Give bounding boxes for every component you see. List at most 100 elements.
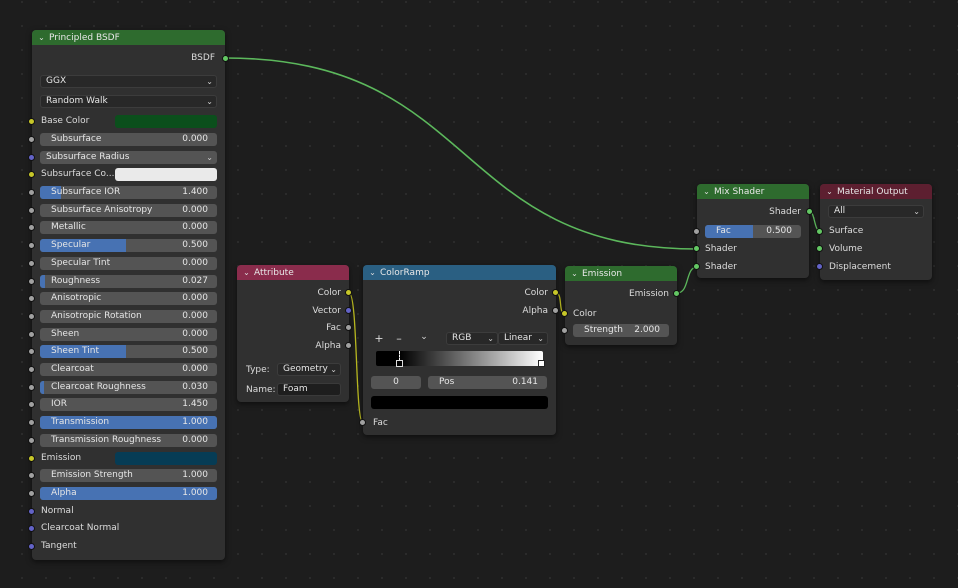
subsurface-ior-socket[interactable] (28, 189, 35, 196)
roughness-field[interactable]: Roughness 0.027 (40, 275, 217, 288)
specular-field[interactable]: Specular 0.500 (40, 239, 217, 252)
mix-shader-node[interactable]: ⌄ Mix Shader Shader Fac 0.500 Shader Shad… (697, 184, 809, 278)
mix-shader-header[interactable]: ⌄ Mix Shader (697, 184, 809, 199)
subsurface-radius-socket[interactable] (28, 154, 35, 161)
normal-socket[interactable] (28, 508, 35, 515)
collapse-chevron-icon[interactable]: ⌄ (36, 33, 47, 42)
roughness-socket[interactable] (28, 278, 35, 285)
collapse-chevron-icon[interactable]: ⌄ (241, 268, 252, 277)
subsurface-anisotropy-field[interactable]: Subsurface Anisotropy 0.000 (40, 204, 217, 217)
subsurface-ior-field[interactable]: Subsurface IOR 1.400 (40, 186, 217, 199)
stop-color-swatch[interactable] (371, 396, 548, 409)
alpha-field[interactable]: Alpha 1.000 (40, 487, 217, 500)
specular-tint-field[interactable]: Specular Tint 0.000 (40, 257, 217, 270)
sheen-socket[interactable] (28, 331, 35, 338)
displacement-socket[interactable] (816, 263, 823, 270)
emission-header[interactable]: ⌄ Emission (565, 266, 677, 281)
collapse-chevron-icon[interactable]: ⌄ (569, 269, 580, 278)
mix-output-socket[interactable] (806, 208, 813, 215)
emission-color-swatch[interactable] (115, 452, 217, 465)
attribute-header[interactable]: ⌄ Attribute (237, 265, 349, 280)
mix-shader2-socket[interactable] (693, 263, 700, 270)
colorramp-header[interactable]: ⌄ ColorRamp (363, 265, 556, 280)
emission-strength-field[interactable]: Emission Strength 1.000 (40, 469, 217, 482)
add-stop-button[interactable]: + (373, 333, 385, 345)
alpha-socket[interactable] (28, 490, 35, 497)
emission-node[interactable]: ⌄ Emission Emission Color Strength 2.000 (565, 266, 677, 345)
chevron-down-icon[interactable]: ⌄ (418, 331, 430, 343)
colorramp-alpha-socket[interactable] (552, 307, 559, 314)
attribute-name-input[interactable]: Foam (277, 383, 341, 396)
mix-fac-field[interactable]: Fac 0.500 (705, 225, 801, 238)
interpolation-dropdown[interactable]: Linear ⌄ (498, 332, 548, 345)
clearcoat-roughness-socket[interactable] (28, 384, 35, 391)
clearcoat-normal-socket[interactable] (28, 525, 35, 532)
mix-fac-socket[interactable] (693, 228, 700, 235)
base-color-socket[interactable] (28, 118, 35, 125)
emission-strength-field[interactable]: Strength 2.000 (573, 324, 669, 337)
emission-color-socket[interactable] (561, 310, 568, 317)
collapse-chevron-icon[interactable]: ⌄ (701, 187, 712, 196)
principled-bsdf-node[interactable]: ⌄ Principled BSDF BSDF GGX ⌄ Random Walk ⌄… (32, 30, 225, 560)
ior-socket[interactable] (28, 401, 35, 408)
metallic-socket[interactable] (28, 224, 35, 231)
subsurface-color-socket[interactable] (28, 171, 35, 178)
anisotropic-rotation-socket[interactable] (28, 313, 35, 320)
distribution-dropdown[interactable]: GGX ⌄ (40, 75, 217, 88)
collapse-chevron-icon[interactable]: ⌄ (367, 268, 378, 277)
stop-position-field[interactable]: Pos 0.141 (428, 376, 547, 389)
ior-field[interactable]: IOR 1.450 (40, 398, 217, 411)
volume-socket[interactable] (816, 245, 823, 252)
subsurface-method-dropdown[interactable]: Random Walk ⌄ (40, 95, 217, 108)
attribute-vector-socket[interactable] (345, 307, 352, 314)
clearcoat-roughness-field[interactable]: Clearcoat Roughness 0.030 (40, 381, 217, 394)
ramp-stop-handle-white[interactable] (538, 360, 545, 367)
attribute-type-dropdown[interactable]: Geometry ⌄ (277, 363, 341, 376)
collapse-chevron-icon[interactable]: ⌄ (824, 187, 835, 196)
bsdf-output-socket[interactable] (222, 55, 229, 62)
surface-socket[interactable] (816, 228, 823, 235)
principled-bsdf-header[interactable]: ⌄ Principled BSDF (32, 30, 225, 45)
clearcoat-field[interactable]: Clearcoat 0.000 (40, 363, 217, 376)
transmission-roughness-field[interactable]: Transmission Roughness 0.000 (40, 434, 217, 447)
subsurface-socket[interactable] (28, 136, 35, 143)
metallic-field[interactable]: Metallic 0.000 (40, 221, 217, 234)
subsurface-radius-field[interactable]: Subsurface Radius ⌄ (40, 151, 217, 164)
attribute-node[interactable]: ⌄ Attribute Color Vector Fac Alpha Type:… (237, 265, 349, 402)
mix-shader1-socket[interactable] (693, 245, 700, 252)
transmission-field[interactable]: Transmission 1.000 (40, 416, 217, 429)
stop-index-field[interactable]: 0 (371, 376, 421, 389)
specular-socket[interactable] (28, 242, 35, 249)
color-mode-dropdown[interactable]: RGB ⌄ (446, 332, 498, 345)
tangent-socket[interactable] (28, 543, 35, 550)
anisotropic-socket[interactable] (28, 295, 35, 302)
attribute-fac-socket[interactable] (345, 324, 352, 331)
emission-output-socket[interactable] (673, 290, 680, 297)
anisotropic-field[interactable]: Anisotropic 0.000 (40, 292, 217, 305)
ramp-stop-handle-black[interactable] (396, 360, 403, 367)
clearcoat-socket[interactable] (28, 366, 35, 373)
output-target-dropdown[interactable]: All ⌄ (828, 205, 924, 218)
sheen-field[interactable]: Sheen 0.000 (40, 328, 217, 341)
transmission-roughness-socket[interactable] (28, 437, 35, 444)
subsurface-anisotropy-socket[interactable] (28, 207, 35, 214)
subsurface-color-swatch[interactable] (115, 168, 217, 181)
attribute-alpha-socket[interactable] (345, 342, 352, 349)
material-output-header[interactable]: ⌄ Material Output (820, 184, 932, 199)
subsurface-field[interactable]: Subsurface 0.000 (40, 133, 217, 146)
sheen-tint-field[interactable]: Sheen Tint 0.500 (40, 345, 217, 358)
sheen-tint-socket[interactable] (28, 348, 35, 355)
anisotropic-rotation-field[interactable]: Anisotropic Rotation 0.000 (40, 310, 217, 323)
base-color-swatch[interactable] (115, 115, 217, 128)
remove-stop-button[interactable]: – (393, 333, 405, 345)
specular-tint-socket[interactable] (28, 260, 35, 267)
colorramp-fac-socket[interactable] (359, 419, 366, 426)
colorramp-node[interactable]: ⌄ ColorRamp Color Alpha + – ⌄ RGB ⌄ Linea… (363, 265, 556, 435)
transmission-socket[interactable] (28, 419, 35, 426)
material-output-node[interactable]: ⌄ Material Output All ⌄ Surface Volume Di… (820, 184, 932, 280)
emission-strength-socket[interactable] (28, 472, 35, 479)
emission-socket[interactable] (28, 455, 35, 462)
emission-strength-socket[interactable] (561, 327, 568, 334)
colorramp-color-socket[interactable] (552, 289, 559, 296)
attribute-color-socket[interactable] (345, 289, 352, 296)
